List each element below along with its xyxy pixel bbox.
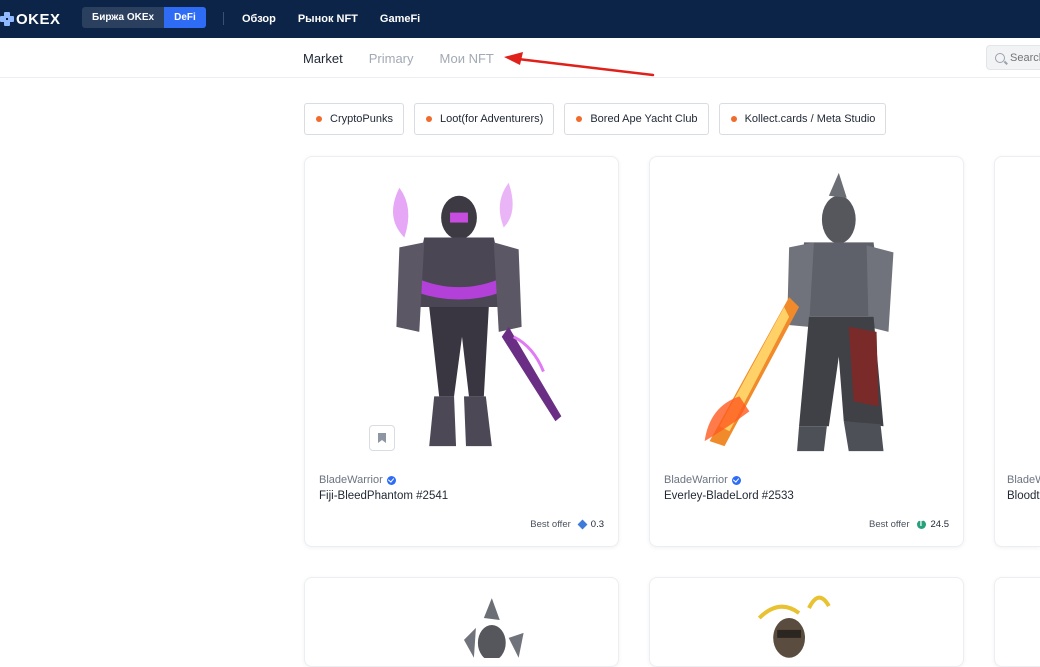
chip-label: CryptoPunks <box>330 113 393 125</box>
chip-kollect-cards[interactable]: Kollect.cards / Meta Studio <box>718 103 887 135</box>
nav-overview[interactable]: Обзор <box>242 13 276 25</box>
collection-name[interactable]: BladeWarrior <box>319 474 383 486</box>
card-collection: BladeWarrior <box>664 474 741 486</box>
collection-dot-icon <box>316 116 322 122</box>
offer-label: Best offer <box>869 519 910 530</box>
search-box[interactable] <box>986 45 1040 70</box>
chip-label: Bored Ape Yacht Club <box>590 113 698 125</box>
bookmark-button[interactable] <box>369 425 395 451</box>
collection-name[interactable]: BladeW <box>1007 474 1040 486</box>
nft-card[interactable]: BladeWarrior Everley-BladeLord #2533 Bes… <box>649 156 964 547</box>
eth-icon <box>577 519 588 530</box>
nft-card[interactable] <box>994 577 1040 667</box>
top-nav: Обзор Рынок NFT GameFi <box>242 0 420 38</box>
mode-exchange[interactable]: Биржа OKEx <box>82 7 164 28</box>
nft-image <box>393 182 562 447</box>
nft-image <box>704 172 894 452</box>
nft-name: Bloodt <box>1007 490 1040 502</box>
best-offer: Best offer 0.3 <box>530 519 604 530</box>
nft-card[interactable] <box>304 577 619 667</box>
tab-primary[interactable]: Primary <box>369 51 414 66</box>
chip-cryptopunks[interactable]: CryptoPunks <box>304 103 404 135</box>
nft-image <box>463 598 524 658</box>
tab-market[interactable]: Market <box>303 51 343 66</box>
collection-dot-icon <box>576 116 583 122</box>
search-icon <box>995 52 1005 63</box>
card-collection: BladeWarrior <box>319 474 396 486</box>
chip-label: Loot(for Adventurers) <box>439 113 544 125</box>
verified-icon <box>386 475 396 485</box>
chip-loot[interactable]: Loot(for Adventurers) <box>413 103 555 135</box>
offer-price: 24.5 <box>930 519 950 530</box>
chip-bored-ape[interactable]: Bored Ape Yacht Club <box>564 103 709 135</box>
bookmark-icon <box>378 433 386 443</box>
market-tabs: Market Primary Мои NFT <box>303 38 494 78</box>
best-offer: Best offer 24.5 <box>869 519 949 530</box>
verified-icon <box>731 475 741 485</box>
nft-name: Everley-BladeLord #2533 <box>664 490 794 502</box>
card-collection: BladeW <box>1007 474 1040 486</box>
search-input[interactable] <box>1010 51 1040 64</box>
nav-nft-market[interactable]: Рынок NFT <box>298 13 358 25</box>
collection-dot-icon <box>425 116 432 122</box>
collection-filters: CryptoPunks Loot(for Adventurers) Bored … <box>304 103 887 135</box>
okex-logo[interactable]: OKEX <box>0 0 61 38</box>
nft-image <box>757 595 831 658</box>
usdt-icon <box>916 519 926 529</box>
collection-dot-icon <box>730 116 737 122</box>
nav-gamefi[interactable]: GameFi <box>380 13 420 25</box>
logo-text: OKEX <box>16 10 61 28</box>
nft-card[interactable]: BladeWarrior Fiji-BleedPhantom #2541 Bes… <box>304 156 619 547</box>
offer-label: Best offer <box>530 519 571 530</box>
nft-card[interactable]: BladeW Bloodt <box>994 156 1040 547</box>
tab-my-nft[interactable]: Мои NFT <box>440 51 494 66</box>
top-bar: OKEX Биржа OKEx DeFi Обзор Рынок NFT Gam… <box>0 0 1040 38</box>
offer-price: 0.3 <box>590 519 604 530</box>
sub-nav: Market Primary Мои NFT <box>0 38 1040 78</box>
exchange-mode-switch[interactable]: Биржа OKEx DeFi <box>82 7 206 28</box>
nft-card[interactable] <box>649 577 964 667</box>
mode-defi[interactable]: DeFi <box>164 7 206 28</box>
chip-label: Kollect.cards / Meta Studio <box>744 113 876 125</box>
nav-divider <box>223 12 224 25</box>
okex-logo-icon <box>0 12 14 26</box>
nft-name: Fiji-BleedPhantom #2541 <box>319 490 449 502</box>
collection-name[interactable]: BladeWarrior <box>664 474 728 486</box>
